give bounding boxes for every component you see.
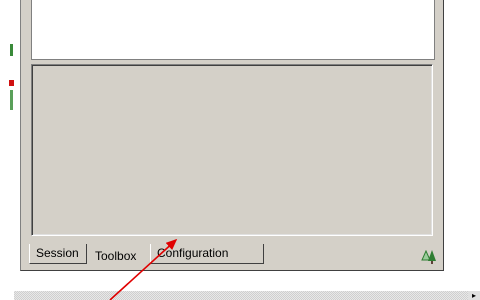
left-window-edge <box>0 0 14 110</box>
tab-session[interactable]: Session <box>29 244 87 264</box>
tab-toolbox[interactable]: Toolbox <box>89 246 149 266</box>
arrow-right-icon[interactable]: ▸ <box>468 291 480 300</box>
tab-bar: Session Toolbox Configuration <box>29 244 435 266</box>
toolbox-content-pane[interactable] <box>31 64 433 236</box>
tab-configuration-label: Configuration <box>157 246 229 260</box>
tree-icon[interactable] <box>421 250 437 264</box>
left-edge-marker-green <box>10 44 13 56</box>
tab-configuration[interactable]: Configuration <box>150 244 264 264</box>
tab-toolbox-label: Toolbox <box>95 249 137 263</box>
left-edge-marker-red <box>9 80 14 86</box>
tab-session-label: Session <box>36 246 79 260</box>
toolbox-window: Session Toolbox Configuration <box>20 0 444 271</box>
horizontal-scrollbar[interactable]: ▸ <box>14 291 480 300</box>
left-edge-marker-green-2 <box>10 90 13 110</box>
upper-list-pane[interactable] <box>31 0 435 60</box>
